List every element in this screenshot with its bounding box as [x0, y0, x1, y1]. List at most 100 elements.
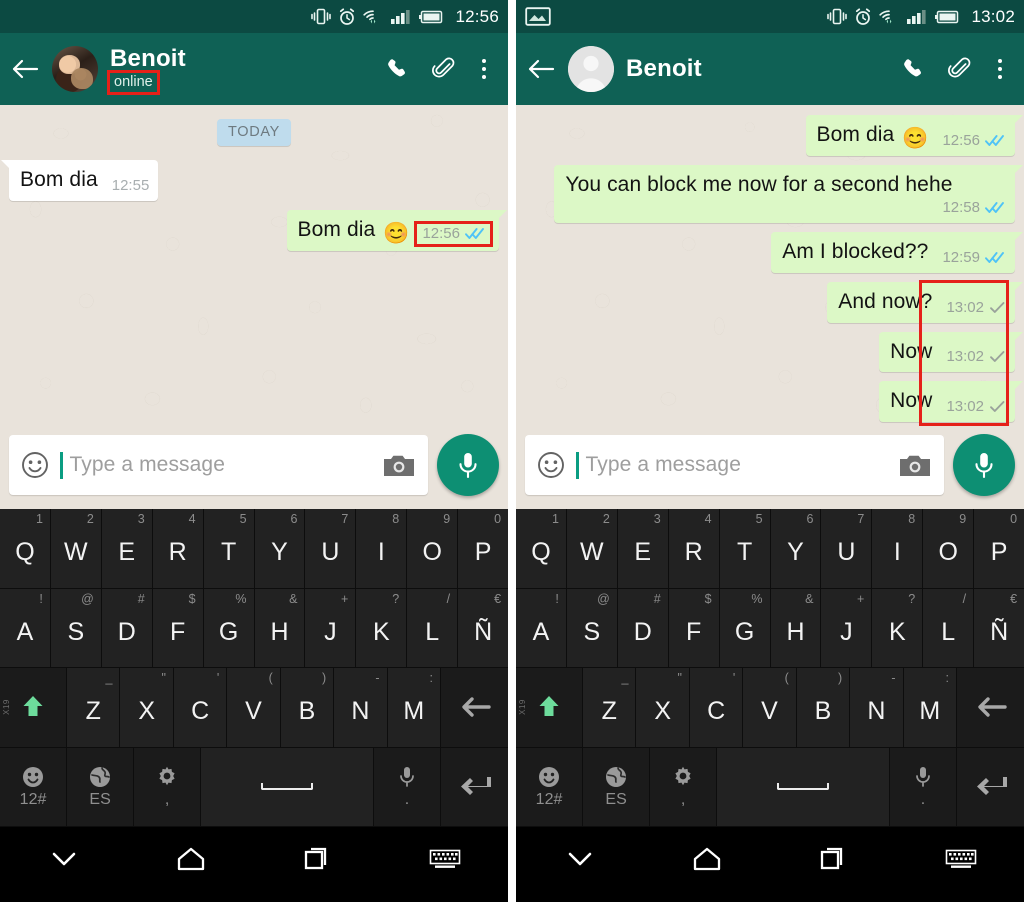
key-m[interactable]: :M — [387, 668, 441, 748]
key-j[interactable]: + J — [305, 588, 357, 668]
contact-avatar[interactable] — [568, 46, 614, 92]
contact-title-block[interactable]: Benoit — [626, 56, 890, 81]
message-row[interactable]: Bom dia 12:55 — [0, 160, 499, 201]
chat-message-list[interactable]: TODAY Bom dia 12:55 Bom dia 😊 12:56 — [0, 105, 508, 421]
key-x[interactable]: " X — [636, 668, 690, 748]
attach-icon[interactable] — [946, 55, 974, 83]
key-k[interactable]: ? K — [356, 588, 408, 668]
shift-key[interactable]: X19 — [0, 668, 68, 748]
key-enye[interactable]: € Ñ — [458, 588, 508, 668]
key-c[interactable]: ' C — [173, 668, 228, 748]
message-bubble-outgoing[interactable]: Am I blocked?? 12:59 — [771, 231, 1023, 273]
overflow-icon[interactable] — [992, 58, 1009, 80]
key-j[interactable]: + J — [821, 588, 873, 668]
key-t[interactable]: 5T — [203, 509, 255, 589]
camera-icon[interactable] — [898, 452, 932, 479]
key-y[interactable]: 6Y — [770, 509, 822, 589]
key-h[interactable]: & H — [254, 588, 306, 668]
key-d[interactable]: # D — [617, 588, 669, 668]
call-icon[interactable] — [384, 55, 412, 83]
shift-key[interactable]: X19 — [516, 668, 584, 748]
message-bubble-incoming[interactable]: Bom dia 12:55 — [0, 160, 159, 201]
message-bubble-outgoing[interactable]: Now 13:02 — [879, 331, 1023, 373]
key-z[interactable]: _ Z — [583, 668, 637, 748]
enter-key[interactable] — [440, 747, 508, 827]
key-n[interactable]: -N — [334, 668, 388, 748]
call-icon[interactable] — [900, 55, 928, 83]
key-w[interactable]: 2W — [50, 509, 102, 589]
mic-key[interactable]: . — [373, 747, 441, 827]
key-b[interactable]: ) B — [280, 668, 335, 748]
key-r[interactable]: 4R — [668, 509, 720, 589]
smiley-icon[interactable] — [20, 450, 50, 480]
message-row[interactable]: Now 13:02 — [525, 331, 1023, 373]
message-bubble-outgoing[interactable]: And now? 13:02 — [827, 281, 1023, 323]
message-row[interactable]: And now? 13:02 — [525, 281, 1023, 323]
key-l[interactable]: / L — [923, 588, 975, 668]
key-v[interactable]: (V — [227, 668, 281, 748]
back-button[interactable] — [8, 52, 42, 86]
key-z[interactable]: _ Z — [67, 668, 121, 748]
message-row[interactable]: Bom dia 😊 12:56 — [525, 115, 1024, 156]
key-enye[interactable]: € Ñ — [974, 588, 1024, 668]
key-i[interactable]: 8I — [872, 509, 924, 589]
key-g[interactable]: % G — [203, 588, 255, 668]
key-w[interactable]: 2W — [566, 509, 618, 589]
space-key[interactable] — [201, 747, 374, 827]
key-c[interactable]: ' C — [689, 668, 744, 748]
key-n[interactable]: -N — [850, 668, 904, 748]
key-a[interactable]: ! A — [0, 588, 51, 668]
key-f[interactable]: $ F — [152, 588, 204, 668]
key-r[interactable]: 4R — [152, 509, 204, 589]
language-key[interactable]: ES — [583, 747, 651, 827]
message-input-pill[interactable]: Type a message — [525, 435, 944, 495]
key-l[interactable]: / L — [407, 588, 459, 668]
key-v[interactable]: (V — [743, 668, 797, 748]
overflow-icon[interactable] — [476, 58, 493, 80]
key-e[interactable]: 3E — [101, 509, 153, 589]
recents-icon[interactable] — [254, 846, 381, 872]
key-s[interactable]: @ S — [566, 588, 618, 668]
attach-icon[interactable] — [430, 55, 458, 83]
space-key[interactable] — [717, 747, 890, 827]
recents-icon[interactable] — [770, 846, 897, 872]
voice-record-button[interactable] — [953, 434, 1015, 496]
key-m[interactable]: :M — [903, 668, 957, 748]
key-q[interactable]: 1Q — [0, 509, 51, 589]
message-bubble-outgoing[interactable]: You can block me now for a second hehe 1… — [554, 164, 1023, 223]
voice-record-button[interactable] — [437, 434, 499, 496]
key-p[interactable]: 0P — [458, 509, 508, 589]
key-h[interactable]: & H — [770, 588, 822, 668]
message-bubble-outgoing[interactable]: Bom dia 😊 12:56 — [286, 209, 508, 251]
emoji-key[interactable]: 12# — [516, 747, 584, 827]
key-k[interactable]: ? K — [872, 588, 924, 668]
key-x[interactable]: " X — [120, 668, 174, 748]
key-s[interactable]: @ S — [50, 588, 102, 668]
key-f[interactable]: $ F — [668, 588, 720, 668]
key-q[interactable]: 1Q — [516, 509, 567, 589]
language-key[interactable]: ES — [67, 747, 135, 827]
key-y[interactable]: 6Y — [254, 509, 306, 589]
key-i[interactable]: 8I — [356, 509, 408, 589]
message-row[interactable]: Bom dia 😊 12:56 — [9, 209, 508, 251]
backspace-key[interactable] — [441, 668, 508, 748]
settings-key[interactable]: , — [134, 747, 202, 827]
backspace-key[interactable] — [957, 668, 1024, 748]
key-o[interactable]: 9O — [407, 509, 459, 589]
keyboard-switch-icon[interactable] — [897, 848, 1024, 870]
back-button[interactable] — [524, 52, 558, 86]
contact-title-block[interactable]: Benoit online — [107, 46, 374, 96]
key-u[interactable]: 7U — [821, 509, 873, 589]
key-b[interactable]: ) B — [796, 668, 851, 748]
key-e[interactable]: 3E — [617, 509, 669, 589]
message-input-placeholder[interactable]: Type a message — [70, 453, 376, 477]
message-row[interactable]: Now 13:02 — [525, 381, 1023, 423]
message-bubble-outgoing[interactable]: Now 13:02 — [879, 381, 1023, 423]
settings-key[interactable]: , — [650, 747, 718, 827]
key-d[interactable]: # D — [101, 588, 153, 668]
key-t[interactable]: 5T — [719, 509, 771, 589]
enter-key[interactable] — [956, 747, 1024, 827]
key-p[interactable]: 0P — [974, 509, 1024, 589]
message-row[interactable]: You can block me now for a second hehe 1… — [525, 164, 1023, 223]
mic-key[interactable]: . — [889, 747, 957, 827]
